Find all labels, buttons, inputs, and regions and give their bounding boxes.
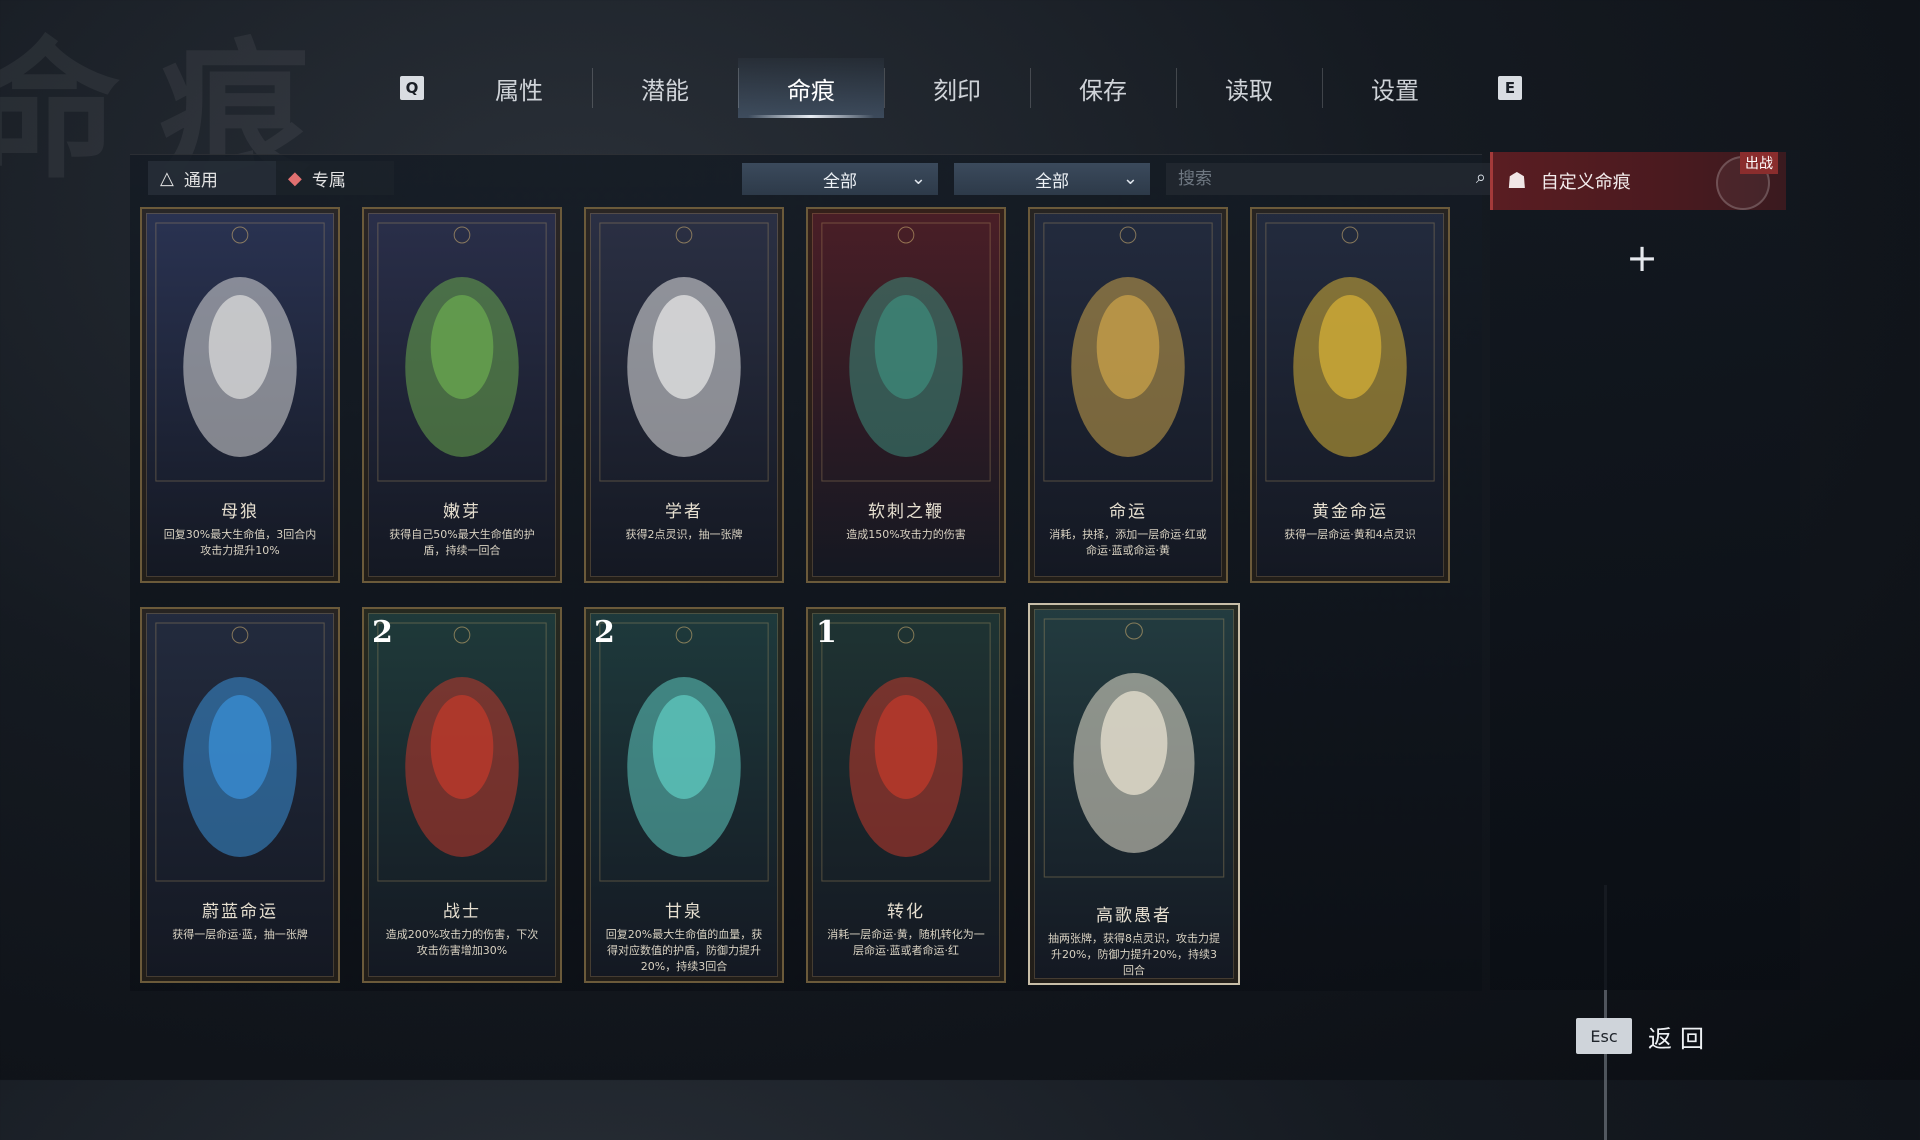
card-artwork — [150, 617, 330, 887]
card-description: 获得2点灵识，抽一张牌 — [625, 528, 743, 541]
tab-fate-marks[interactable]: 命痕 — [738, 58, 884, 118]
card-name: 战士 — [443, 902, 481, 922]
card-description: 消耗，抉择，添加一层命运·红或命运·蓝或命运·黄 — [1049, 528, 1207, 557]
tab-attributes[interactable]: 属性 — [446, 58, 592, 118]
tab-potential[interactable]: 潜能 — [592, 58, 738, 118]
deploy-badge: 出战 — [1740, 152, 1778, 174]
type-filter-dropdown[interactable]: 全部 ⌄ — [742, 163, 938, 195]
card-artwork — [1038, 613, 1230, 883]
card-description: 造成200%攻击力的伤害，下次攻击伤害增加30% — [385, 928, 539, 957]
card-description: 回复30%最大生命值，3回合内攻击力提升10% — [163, 528, 317, 557]
card-artwork — [594, 617, 774, 887]
rarity-filter-value: 全部 — [1035, 171, 1069, 192]
mask-icon: ☗ — [1507, 168, 1527, 194]
custom-deck-slot[interactable]: ☗ 自定义命痕 出战 — [1490, 152, 1786, 210]
key-hint-q[interactable]: Q — [400, 76, 424, 100]
fate-card[interactable]: 黄金命运获得一层命运·黄和4点灵识 — [1250, 207, 1450, 583]
card-name: 黄金命运 — [1312, 502, 1388, 522]
filter-tab-general[interactable]: △ 通用 — [148, 161, 276, 195]
card-name: 命运 — [1109, 502, 1147, 522]
custom-deck-panel: ☗ 自定义命痕 出战 + — [1490, 150, 1800, 990]
fate-card[interactable]: 嫩芽获得自己50%最大生命值的护盾，持续一回合 — [362, 207, 562, 583]
card-artwork — [594, 217, 774, 487]
filter-tab-general-label: 通用 — [183, 170, 218, 191]
back-control[interactable]: Esc 返回 — [1576, 1018, 1712, 1054]
card-description: 回复20%最大生命值的血量，获得对应数值的护盾，防御力提升20%，持续3回合 — [605, 928, 763, 973]
fate-card[interactable]: 学者获得2点灵识，抽一张牌 — [584, 207, 784, 583]
search-box: ⌕ — [1166, 163, 1496, 195]
tab-save[interactable]: 保存 — [1030, 58, 1176, 118]
card-name: 软刺之鞭 — [868, 502, 944, 522]
filter-tab-exclusive[interactable]: ◆ 专属 — [276, 161, 394, 195]
tab-load[interactable]: 读取 — [1176, 58, 1322, 118]
card-name: 嫩芽 — [443, 502, 481, 522]
esc-key-hint[interactable]: Esc — [1576, 1018, 1632, 1054]
fate-card[interactable]: 高歌愚者抽两张牌，获得8点灵识，攻击力提升20%，防御力提升20%，持续3回合 — [1028, 603, 1240, 985]
card-collection-panel: △ 通用 ◆ 专属 全部 ⌄ 全部 ⌄ ⌕ 母狼回复30%最大生命值，3回合内攻… — [130, 154, 1607, 1140]
mask-icon: ◆ — [288, 167, 302, 189]
card-description: 抽两张牌，获得8点灵识，攻击力提升20%，防御力提升20%，持续3回合 — [1048, 932, 1220, 977]
card-name: 学者 — [665, 502, 703, 522]
card-name: 转化 — [887, 902, 925, 922]
chevron-down-icon: ⌄ — [1122, 168, 1138, 189]
chevron-down-icon: ⌄ — [910, 168, 926, 189]
triangle-icon: △ — [160, 167, 174, 189]
search-icon[interactable]: ⌕ — [1476, 167, 1486, 188]
card-name: 蔚蓝命运 — [202, 902, 278, 922]
fate-card[interactable]: 蔚蓝命运获得一层命运·蓝，抽一张牌 — [140, 607, 340, 983]
card-name: 母狼 — [221, 502, 259, 522]
rarity-filter-dropdown[interactable]: 全部 ⌄ — [954, 163, 1150, 195]
top-nav: Q 属性 潜能 命痕 刻印 保存 读取 设置 E — [400, 58, 1522, 118]
fate-card[interactable]: 软刺之鞭造成150%攻击力的伤害 — [806, 207, 1006, 583]
card-artwork — [816, 617, 996, 887]
card-description: 获得自己50%最大生命值的护盾，持续一回合 — [389, 528, 535, 557]
card-description: 获得一层命运·黄和4点灵识 — [1284, 528, 1416, 541]
card-count: 1 — [816, 615, 837, 650]
tab-engravings[interactable]: 刻印 — [884, 58, 1030, 118]
filter-tab-exclusive-label: 专属 — [311, 170, 346, 191]
fate-card[interactable]: 2 战士造成200%攻击力的伤害，下次攻击伤害增加30% — [362, 607, 562, 983]
card-artwork — [816, 217, 996, 487]
card-artwork — [1260, 217, 1440, 487]
fate-card[interactable]: 1 转化消耗一层命运·黄，随机转化为一层命运·蓝或者命运·红 — [806, 607, 1006, 983]
card-count: 2 — [372, 615, 393, 650]
card-description: 消耗一层命运·黄，随机转化为一层命运·蓝或者命运·红 — [827, 928, 985, 957]
card-artwork — [150, 217, 330, 487]
tab-settings[interactable]: 设置 — [1322, 58, 1468, 118]
key-hint-e[interactable]: E — [1498, 76, 1522, 100]
card-artwork — [372, 217, 552, 487]
back-label: 返回 — [1648, 1024, 1712, 1053]
filter-toolbar: △ 通用 ◆ 专属 全部 ⌄ 全部 ⌄ ⌕ — [148, 161, 1496, 197]
card-name: 高歌愚者 — [1096, 906, 1172, 926]
fate-card[interactable]: 命运消耗，抉择，添加一层命运·红或命运·蓝或命运·黄 — [1028, 207, 1228, 583]
fate-card[interactable]: 母狼回复30%最大生命值，3回合内攻击力提升10% — [140, 207, 340, 583]
card-artwork — [1038, 217, 1218, 487]
custom-deck-label: 自定义命痕 — [1540, 172, 1631, 193]
card-count: 2 — [594, 615, 615, 650]
card-name: 甘泉 — [665, 902, 703, 922]
add-deck-button[interactable]: + — [1622, 236, 1662, 280]
type-filter-value: 全部 — [823, 171, 857, 192]
fate-card[interactable]: 2 甘泉回复20%最大生命值的血量，获得对应数值的护盾，防御力提升20%，持续3回… — [584, 607, 784, 983]
card-description: 造成150%攻击力的伤害 — [846, 528, 966, 541]
card-artwork — [372, 617, 552, 887]
search-input[interactable] — [1166, 168, 1460, 190]
card-description: 获得一层命运·蓝，抽一张牌 — [172, 928, 308, 941]
